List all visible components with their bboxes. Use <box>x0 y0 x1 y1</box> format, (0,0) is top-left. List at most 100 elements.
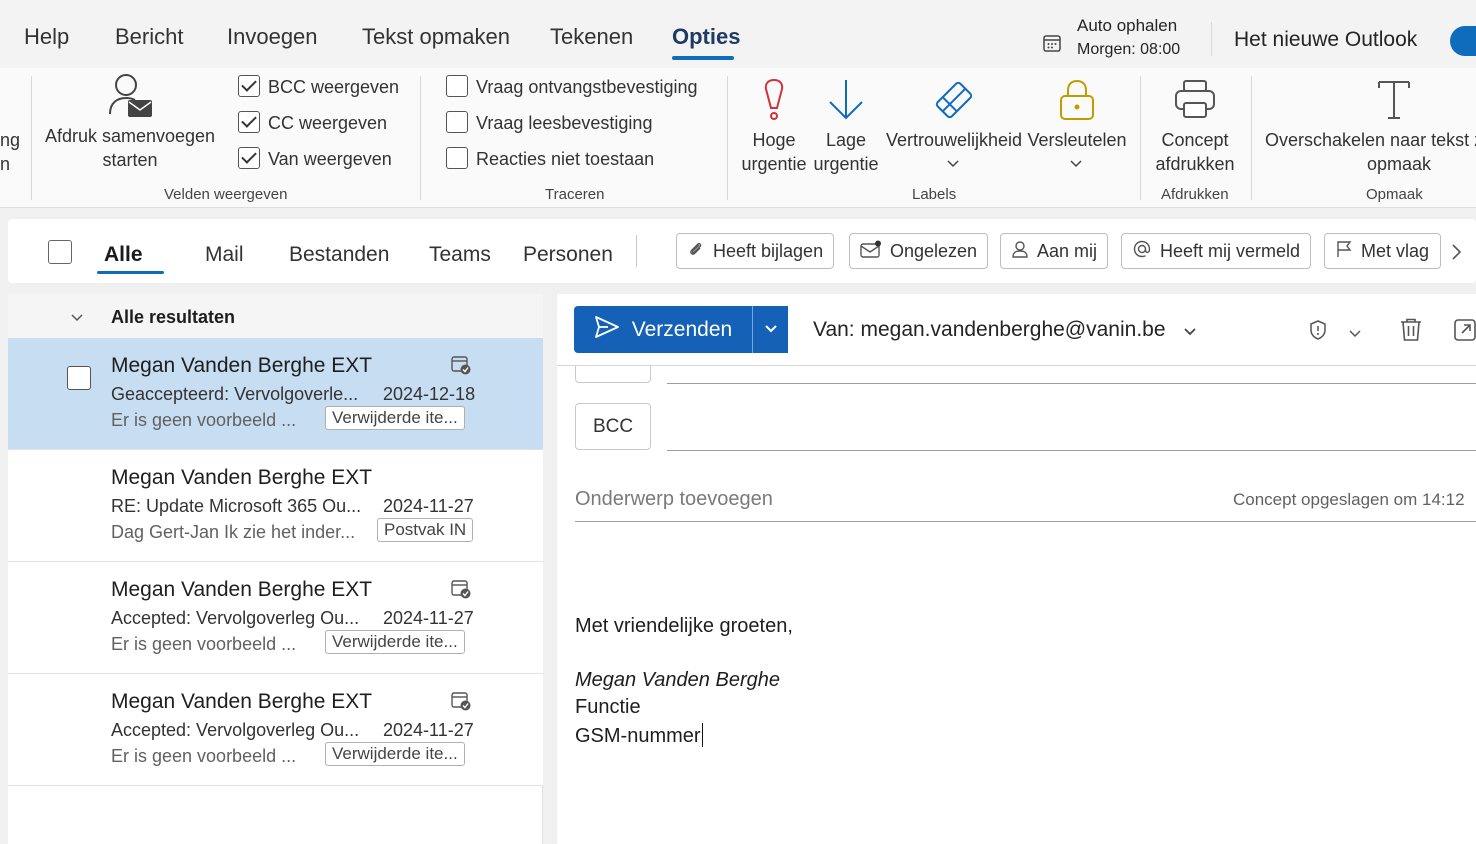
item-date: 2024-12-18 <box>383 384 476 404</box>
filter-unread[interactable]: Ongelezen <box>849 233 989 269</box>
filter-tab-teams[interactable]: Teams <box>429 243 491 267</box>
show-cc-label: CC weergeven <box>268 113 388 133</box>
auto-fetch-time: Morgen: 08:00 <box>1077 41 1181 58</box>
list-item[interactable]: Megan Vanden Berghe EXT RE: Update Micro… <box>8 450 543 562</box>
switch-to-plain-text-button[interactable]: Overschakelen naar tekst z opmaak <box>1256 72 1476 176</box>
plain-text-label-1: Overschakelen naar tekst z <box>1265 130 1476 150</box>
active-filter-indicator <box>97 271 164 274</box>
list-item[interactable]: Megan Vanden Berghe EXT Accepted: Vervol… <box>8 674 543 786</box>
disallow-reactions-checkbox[interactable]: Reacties niet toestaan <box>446 147 716 173</box>
bcc-button[interactable]: BCC <box>575 403 651 450</box>
tab-help[interactable]: Help <box>24 24 69 50</box>
search-filter-bar: Alle Mail Bestanden Teams Personen Heeft… <box>8 219 1476 283</box>
filter-unread-label: Ongelezen <box>890 240 978 261</box>
filter-tab-files[interactable]: Bestanden <box>289 243 389 267</box>
encrypt-button[interactable]: Versleutelen <box>1024 72 1130 176</box>
select-all-checkbox[interactable] <box>48 240 72 264</box>
group-label-print: Afdrukken <box>1161 186 1229 203</box>
item-preview: Dag Gert-Jan Ik zie het inder... <box>111 522 356 542</box>
tab-draw[interactable]: Tekenen <box>550 24 633 50</box>
message-body-editor[interactable]: Met vriendelijke groeten, Megan Vanden B… <box>557 534 1476 844</box>
sensitivity-button[interactable]: Vertrouwelijkheid <box>884 72 1024 176</box>
filter-tab-all[interactable]: Alle <box>104 243 143 267</box>
results-heading: Alle resultaten <box>111 307 236 327</box>
tab-options[interactable]: Opties <box>672 24 740 50</box>
auto-fetch-status[interactable]: Auto ophalen Morgen: 08:00 <box>1077 14 1180 62</box>
header-divider <box>557 365 1476 366</box>
from-chevron-down-icon[interactable] <box>1183 324 1197 342</box>
list-item[interactable]: Megan Vanden Berghe EXT Accepted: Vervol… <box>8 562 543 674</box>
show-bcc-checkbox[interactable]: BCC weergeven <box>238 75 408 101</box>
tab-format-text[interactable]: Tekst opmaken <box>362 24 510 50</box>
bcc-label: BCC <box>592 415 634 437</box>
item-sender: Megan Vanden Berghe EXT <box>111 466 373 489</box>
chevron-right-icon[interactable] <box>1450 243 1462 266</box>
subject-input[interactable]: Onderwerp toevoegen <box>575 488 773 511</box>
calendar-icon[interactable] <box>1042 33 1062 58</box>
lock-icon <box>1057 78 1097 127</box>
show-from-checkbox[interactable]: Van weergeven <box>238 147 408 173</box>
chevron-down-icon[interactable] <box>1348 326 1362 344</box>
compose-pane: Verzenden Van: megan.vandenberghe@vanin.… <box>557 294 1476 844</box>
mail-merge-button[interactable]: Afdruk samenvoegen starten <box>40 72 220 178</box>
tab-insert[interactable]: Invoegen <box>227 24 318 50</box>
filter-flagged[interactable]: Met vlag <box>1324 233 1441 269</box>
meeting-response-icon <box>450 578 472 605</box>
show-cc-checkbox[interactable]: CC weergeven <box>238 111 408 137</box>
item-date: 2024-11-27 <box>383 720 474 740</box>
pop-out-icon[interactable] <box>1453 318 1476 347</box>
checkbox <box>446 75 468 97</box>
item-date: 2024-11-27 <box>383 608 474 628</box>
collapse-chevron-icon[interactable] <box>70 310 84 328</box>
auto-fetch-title: Auto ophalen <box>1077 16 1178 35</box>
from-account[interactable]: Van: megan.vandenberghe@vanin.be <box>813 318 1166 342</box>
filter-has-attachments[interactable]: Heeft bijlagen <box>676 233 835 269</box>
delete-icon[interactable] <box>1398 317 1424 348</box>
request-delivery-receipt-checkbox[interactable]: Vraag ontvangstbevestiging <box>446 75 716 101</box>
signature-phone: GSM-nummer <box>575 723 704 748</box>
group-label-tracking: Traceren <box>545 186 605 203</box>
printer-icon <box>1173 78 1217 127</box>
request-read-receipt-checkbox[interactable]: Vraag leesbevestiging <box>446 111 716 137</box>
signature-function: Functie <box>575 696 641 718</box>
group-divider <box>1251 76 1252 200</box>
high-importance-label-2: urgentie <box>741 154 807 174</box>
send-options-dropdown[interactable] <box>752 306 788 353</box>
item-subject: Geaccepteerd: Vervolgoverle... <box>111 384 359 404</box>
unread-mail-icon <box>860 240 882 263</box>
print-draft-label-2: afdrukken <box>1155 154 1235 174</box>
print-draft-button[interactable]: Concept afdrukken <box>1150 72 1240 176</box>
item-preview: Er is geen voorbeeld ... <box>111 746 297 766</box>
plain-text-label-2: opmaak <box>1367 154 1432 174</box>
checkbox <box>446 147 468 169</box>
chevron-down-icon <box>946 156 960 172</box>
request-delivery-receipt-label: Vraag ontvangstbevestiging <box>476 77 698 97</box>
meeting-response-icon <box>450 354 472 381</box>
signature-phone-text: GSM-nummer <box>575 725 701 747</box>
meeting-response-icon <box>450 690 472 717</box>
list-item[interactable]: Megan Vanden Berghe EXT Geaccepteerd: Ve… <box>8 338 543 450</box>
signature-greeting: Met vriendelijke groeten, <box>575 615 793 637</box>
checkbox <box>238 147 260 169</box>
bcc-field-input[interactable] <box>667 450 1476 451</box>
cc-button[interactable]: CC <box>575 366 651 383</box>
sensitivity-shield-icon[interactable] <box>1308 319 1328 346</box>
results-header: Alle resultaten <box>8 294 543 338</box>
cc-field-input[interactable] <box>667 383 1476 384</box>
item-subject: Accepted: Vervolgoverleg Ou... <box>111 608 360 628</box>
filter-tab-people[interactable]: Personen <box>523 243 613 267</box>
filter-mentions-me[interactable]: Heeft mij vermeld <box>1121 233 1312 269</box>
high-importance-button[interactable]: Hoge urgentie <box>738 72 810 176</box>
text-cursor <box>701 723 704 747</box>
group-divider <box>31 76 32 200</box>
item-folder-badge: Verwijderde ite... <box>325 406 465 430</box>
item-checkbox[interactable] <box>67 366 91 390</box>
filter-to-me[interactable]: Aan mij <box>1000 233 1109 269</box>
chevron-down-icon <box>1069 156 1083 172</box>
tab-message[interactable]: Bericht <box>115 24 183 50</box>
new-outlook-toggle[interactable] <box>1450 26 1476 56</box>
low-importance-button[interactable]: Lage urgentie <box>810 72 882 176</box>
search-results-list: Alle resultaten Megan Vanden Berghe EXT … <box>8 294 543 844</box>
filter-tab-mail[interactable]: Mail <box>205 243 244 267</box>
item-sender: Megan Vanden Berghe EXT <box>111 690 373 713</box>
